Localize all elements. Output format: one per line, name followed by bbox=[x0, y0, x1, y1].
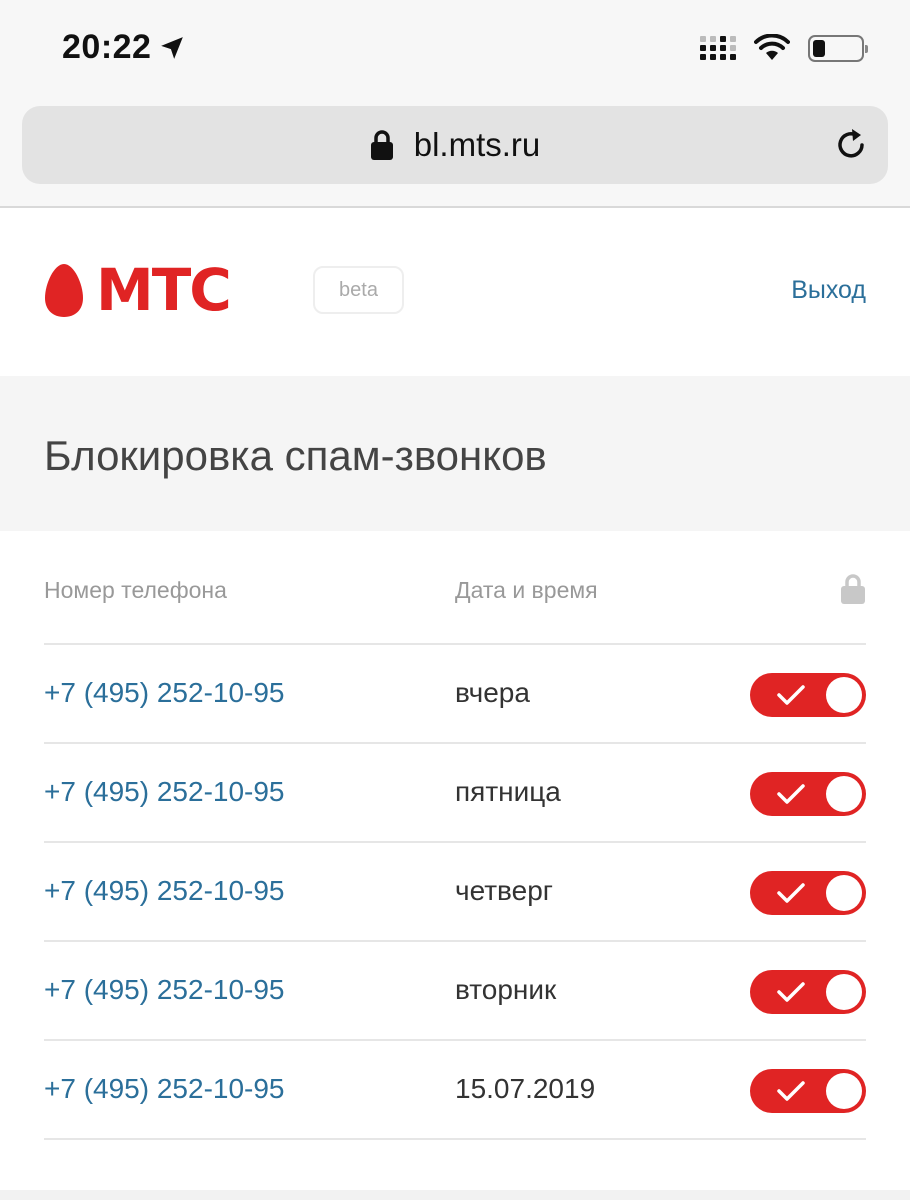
reload-icon[interactable] bbox=[832, 126, 870, 164]
phone-number-link[interactable]: +7 (495) 252-10-95 bbox=[44, 1073, 285, 1105]
lock-column-icon bbox=[841, 574, 865, 604]
table-row: +7 (495) 252-10-95 15.07.2019 bbox=[44, 1041, 866, 1140]
title-section: Блокировка спам-звонков bbox=[0, 376, 910, 531]
status-bar: 20:22 bbox=[0, 0, 910, 100]
site-header: МТС beta Выход bbox=[0, 210, 910, 376]
status-time: 20:22 bbox=[62, 28, 185, 67]
toggle-knob bbox=[826, 974, 862, 1010]
browser-toolbar: bl.mts.ru bbox=[0, 100, 910, 208]
call-date: вчера bbox=[455, 677, 530, 708]
block-toggle[interactable] bbox=[750, 871, 866, 915]
column-header-datetime: Дата и время bbox=[455, 577, 598, 603]
phone-number-link[interactable]: +7 (495) 252-10-95 bbox=[44, 875, 285, 907]
toggle-knob bbox=[826, 677, 862, 713]
cellular-signal-icon bbox=[700, 36, 736, 60]
address-url: bl.mts.ru bbox=[413, 126, 541, 163]
beta-badge: beta bbox=[313, 266, 404, 314]
wifi-icon bbox=[754, 34, 790, 60]
table-row: +7 (495) 252-10-95 четверг bbox=[44, 843, 866, 942]
table-row: +7 (495) 252-10-95 пятница bbox=[44, 744, 866, 843]
toggle-knob bbox=[826, 776, 862, 812]
phone-number-link[interactable]: +7 (495) 252-10-95 bbox=[44, 974, 285, 1006]
secure-lock-icon bbox=[370, 129, 394, 161]
battery-icon bbox=[808, 34, 868, 62]
check-icon bbox=[777, 784, 805, 804]
table-row: +7 (495) 252-10-95 вчера bbox=[44, 645, 866, 744]
block-toggle[interactable] bbox=[750, 970, 866, 1014]
block-toggle[interactable] bbox=[750, 772, 866, 816]
table-row: +7 (495) 252-10-95 вторник bbox=[44, 942, 866, 1041]
call-date: 15.07.2019 bbox=[455, 1073, 596, 1104]
check-icon bbox=[777, 883, 805, 903]
call-date: пятница bbox=[455, 776, 561, 807]
table-header: Номер телефона Дата и время bbox=[44, 531, 866, 645]
phone-number-link[interactable]: +7 (495) 252-10-95 bbox=[44, 776, 285, 808]
column-header-phone: Номер телефона bbox=[44, 577, 227, 603]
location-arrow-icon bbox=[161, 36, 184, 59]
phone-number-link[interactable]: +7 (495) 252-10-95 bbox=[44, 677, 285, 709]
block-toggle[interactable] bbox=[750, 1069, 866, 1113]
block-toggle[interactable] bbox=[750, 673, 866, 717]
mts-egg-icon bbox=[45, 264, 83, 317]
blocked-calls-table: Номер телефона Дата и время +7 (495) 252… bbox=[44, 531, 866, 1140]
status-indicators bbox=[700, 34, 868, 62]
logout-link[interactable]: Выход bbox=[791, 276, 866, 305]
toggle-knob bbox=[826, 875, 862, 911]
check-icon bbox=[777, 685, 805, 705]
page-title: Блокировка спам-звонков bbox=[44, 432, 547, 479]
check-icon bbox=[777, 982, 805, 1002]
call-date: четверг bbox=[455, 875, 553, 906]
mts-logo[interactable]: МТС bbox=[44, 256, 232, 324]
call-date: вторник bbox=[455, 974, 557, 1005]
address-bar[interactable]: bl.mts.ru bbox=[22, 106, 888, 184]
status-time-text: 20:22 bbox=[62, 28, 152, 66]
check-icon bbox=[777, 1081, 805, 1101]
mts-wordmark: МТС bbox=[96, 256, 232, 324]
footer-band bbox=[0, 1190, 910, 1200]
toggle-knob bbox=[826, 1073, 862, 1109]
